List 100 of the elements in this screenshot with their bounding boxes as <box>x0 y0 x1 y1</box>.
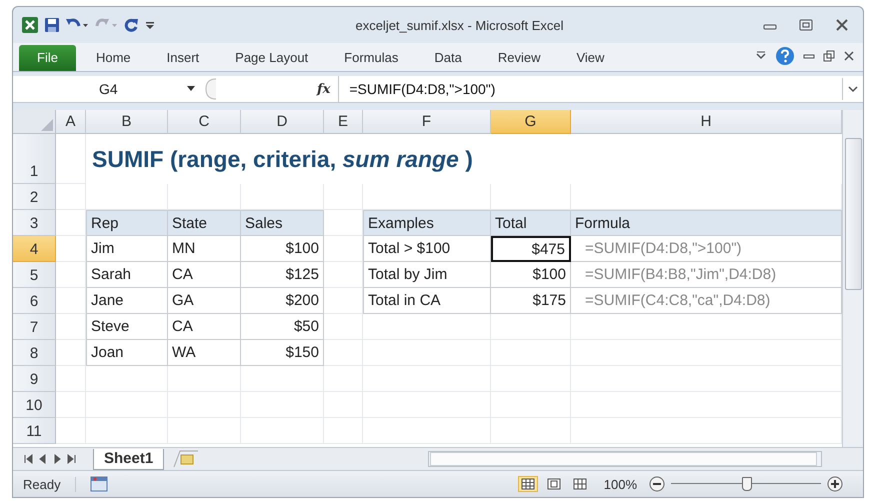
zoom-level[interactable]: 100% <box>596 476 643 492</box>
ribbon-tab[interactable]: View <box>560 50 620 71</box>
file-tab[interactable]: File <box>19 45 76 71</box>
table-cell: $100 <box>491 262 571 288</box>
splitter-icon[interactable] <box>203 78 217 100</box>
table-cell: $125 <box>241 262 324 288</box>
table-cell: MN <box>168 236 241 262</box>
ribbon-tab[interactable]: Insert <box>150 50 216 71</box>
spreadsheet-cell[interactable] <box>56 392 86 418</box>
table-cell: Total in CA <box>363 288 491 314</box>
spreadsheet-cell[interactable] <box>168 418 241 444</box>
column-header[interactable]: D <box>241 110 324 134</box>
spreadsheet-cell[interactable] <box>56 366 86 392</box>
table-cell: GA <box>168 288 241 314</box>
window-title: exceljet_sumif.xlsx - Microsoft Excel <box>354 18 565 32</box>
spreadsheet-cell[interactable] <box>324 392 363 418</box>
collapse-ribbon-icon[interactable] <box>755 50 767 62</box>
zoom-out-icon[interactable] <box>649 476 665 492</box>
table-cell: $150 <box>241 340 324 366</box>
column-header[interactable]: G <box>491 110 571 134</box>
normal-view-button[interactable] <box>518 476 538 492</box>
table-cell: Jim <box>86 236 168 262</box>
spreadsheet-cell[interactable] <box>86 418 168 444</box>
table-cell: $175 <box>491 288 571 314</box>
column-header[interactable]: A <box>56 110 86 134</box>
close-icon[interactable] <box>835 19 849 31</box>
column-header[interactable]: C <box>168 110 241 134</box>
table-cell: $50 <box>241 314 324 340</box>
spreadsheet-cell[interactable] <box>363 340 491 366</box>
sheet-title: SUMIF (range, criteria, sum range ) <box>91 146 474 172</box>
row-header[interactable]: 3 <box>13 210 56 236</box>
spreadsheet-cell[interactable] <box>56 418 86 444</box>
help-icon[interactable] <box>775 46 795 66</box>
table-cell: =SUMIF(B4:B8,"Jim",D4:D8) <box>571 262 842 288</box>
spreadsheet-cell[interactable] <box>491 418 571 444</box>
row-header[interactable]: 5 <box>13 262 56 288</box>
row-header[interactable]: 4 <box>13 236 56 262</box>
row-header[interactable]: 7 <box>13 314 56 340</box>
spreadsheet-cell[interactable] <box>86 392 168 418</box>
spreadsheet-cell[interactable] <box>571 392 842 418</box>
zoom-in-icon[interactable] <box>827 476 843 492</box>
spreadsheet-cell[interactable] <box>491 392 571 418</box>
row-header[interactable]: 6 <box>13 288 56 314</box>
spreadsheet-cell[interactable] <box>571 418 842 444</box>
row-header[interactable]: 2 <box>13 184 56 210</box>
vertical-scrollbar[interactable] <box>842 110 863 447</box>
table-header-cell: State <box>168 210 241 236</box>
column-header[interactable]: B <box>86 110 168 134</box>
save-icon[interactable] <box>44 17 60 33</box>
row-header[interactable]: 8 <box>13 340 56 366</box>
macro-record-icon[interactable] <box>90 476 108 492</box>
horizontal-scrollbar[interactable] <box>428 451 822 467</box>
spreadsheet-cell[interactable] <box>491 366 571 392</box>
spreadsheet-cell[interactable] <box>56 184 86 210</box>
table-cell: $100 <box>241 236 324 262</box>
row-header[interactable]: 11 <box>13 418 56 444</box>
spreadsheet-cell[interactable] <box>241 418 324 444</box>
repeat-icon[interactable] <box>123 17 139 33</box>
spreadsheet-cell[interactable] <box>363 392 491 418</box>
spreadsheet-cell[interactable] <box>324 184 363 210</box>
table-header-cell: Total <box>491 210 571 236</box>
spreadsheet-cell[interactable] <box>241 392 324 418</box>
spreadsheet-cell[interactable] <box>56 134 86 184</box>
sheet-tab[interactable]: Sheet1 <box>93 448 164 470</box>
column-header[interactable]: F <box>363 110 491 134</box>
ribbon-tab[interactable]: Review <box>482 50 556 71</box>
spreadsheet-cell[interactable] <box>324 418 363 444</box>
table-header-cell: Formula <box>571 210 842 236</box>
formula-field[interactable]: =SUMIF(D4:D8,">100") <box>339 81 842 97</box>
insert-function-button[interactable]: fx <box>217 76 340 102</box>
restore-icon[interactable] <box>823 50 835 62</box>
row-header[interactable]: 9 <box>13 366 56 392</box>
spreadsheet-cell[interactable] <box>324 366 363 392</box>
select-all-icon[interactable] <box>41 119 53 131</box>
row-header[interactable]: 10 <box>13 392 56 418</box>
dropdown-icon <box>187 86 195 92</box>
spreadsheet-cell[interactable] <box>363 418 491 444</box>
close-icon[interactable] <box>843 50 855 62</box>
spreadsheet-cell[interactable] <box>491 340 571 366</box>
spreadsheet-cell[interactable] <box>168 392 241 418</box>
table-cell: $475 <box>491 236 571 262</box>
ribbon-tab[interactable]: Data <box>418 50 478 71</box>
column-header[interactable]: E <box>324 110 363 134</box>
excel-logo-icon[interactable] <box>21 16 39 34</box>
ribbon-tab[interactable]: Home <box>80 50 147 71</box>
table-cell: Steve <box>86 314 168 340</box>
table-cell: WA <box>168 340 241 366</box>
column-header[interactable]: H <box>571 110 842 134</box>
ribbon-tab[interactable]: Page Layout <box>219 50 324 71</box>
spreadsheet-cell[interactable] <box>571 366 842 392</box>
ribbon-tab[interactable]: Formulas <box>328 50 414 71</box>
row-header[interactable]: 1 <box>13 134 56 184</box>
name-box[interactable]: G4 <box>13 81 203 97</box>
new-sheet-icon[interactable] <box>172 450 200 468</box>
table-header-cell: Examples <box>363 210 491 236</box>
spreadsheet-cell[interactable] <box>571 340 842 366</box>
maximize-icon[interactable] <box>799 19 813 31</box>
table-cell: =SUMIF(D4:D8,">100") <box>571 236 842 262</box>
table-cell: =SUMIF(C4:C8,"ca",D4:D8) <box>571 288 842 314</box>
spreadsheet-cell[interactable] <box>363 366 491 392</box>
